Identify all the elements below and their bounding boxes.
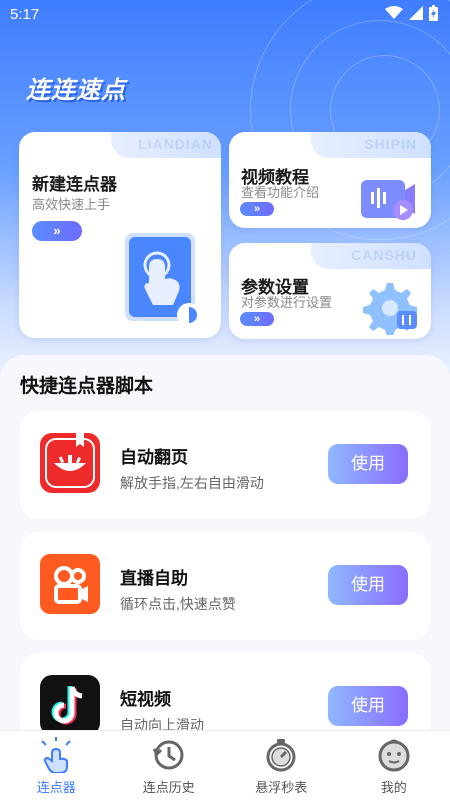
signal-icon	[409, 6, 423, 20]
use-button[interactable]: 使用	[328, 565, 408, 605]
section-title: 快捷连点器脚本	[20, 376, 154, 397]
tap-illustration-icon	[125, 233, 201, 327]
kuaishou-icon	[40, 554, 100, 614]
tab-history[interactable]: 连点历史	[113, 731, 226, 800]
battery-icon	[429, 5, 438, 21]
stopwatch-icon	[266, 739, 296, 772]
tab-stopwatch[interactable]: 悬浮秒表	[225, 731, 338, 800]
param-settings-card[interactable]: CANSHU 参数设置 对参数进行设置 »	[229, 243, 431, 339]
card-subtitle: 高效快速上手	[32, 197, 111, 212]
tab-label: 连点器	[36, 780, 76, 795]
book-icon	[40, 433, 100, 493]
script-desc: 循环点击,快速点赞	[120, 596, 236, 612]
list-item[interactable]: 自动翻页 解放手指,左右自由滑动 使用	[20, 411, 430, 519]
history-icon	[152, 740, 184, 770]
bottom-tab-bar: 连点器 连点历史 悬浮秒表 我的	[0, 730, 450, 800]
script-desc: 解放手指,左右自由滑动	[120, 475, 264, 491]
tab-label: 连点历史	[142, 780, 195, 795]
script-name: 短视频	[120, 690, 171, 709]
card-subtitle: 查看功能介绍	[241, 185, 320, 200]
tab-label: 我的	[380, 780, 407, 795]
go-arrow-button[interactable]: »	[240, 312, 274, 326]
use-button[interactable]: 使用	[328, 686, 408, 726]
card-watermark: SHIPIN	[364, 136, 417, 152]
video-tutorial-card[interactable]: SHIPIN 视频教程 查看功能介绍 »	[229, 132, 431, 228]
card-title: 新建连点器	[32, 175, 117, 194]
card-watermark: LIANDIAN	[138, 136, 213, 152]
wifi-icon	[385, 6, 403, 19]
tab-clicker[interactable]: 连点器	[0, 731, 113, 800]
status-time: 5:17	[10, 6, 40, 23]
tiktok-icon	[40, 675, 100, 735]
card-watermark: CANSHU	[351, 247, 417, 263]
tab-profile[interactable]: 我的	[338, 731, 450, 800]
script-name: 直播自助	[120, 569, 188, 588]
script-name: 自动翻页	[120, 448, 188, 467]
status-bar: 5:17	[0, 0, 450, 32]
tab-label: 悬浮秒表	[255, 780, 308, 795]
gear-icon	[363, 283, 417, 335]
go-arrow-button[interactable]: »	[240, 202, 274, 216]
tap-icon	[41, 737, 71, 773]
use-button[interactable]: 使用	[328, 444, 408, 484]
status-icons	[385, 5, 438, 21]
go-arrow-button[interactable]: »	[32, 221, 82, 241]
card-subtitle: 对参数进行设置	[241, 295, 333, 310]
app-logo: 连连速点	[26, 77, 126, 104]
video-player-icon	[361, 180, 415, 220]
new-clicker-card[interactable]: LIANDIAN 新建连点器 高效快速上手 »	[19, 132, 221, 338]
list-item[interactable]: 直播自助 循环点击,快速点赞 使用	[20, 532, 430, 640]
profile-icon	[378, 739, 410, 772]
